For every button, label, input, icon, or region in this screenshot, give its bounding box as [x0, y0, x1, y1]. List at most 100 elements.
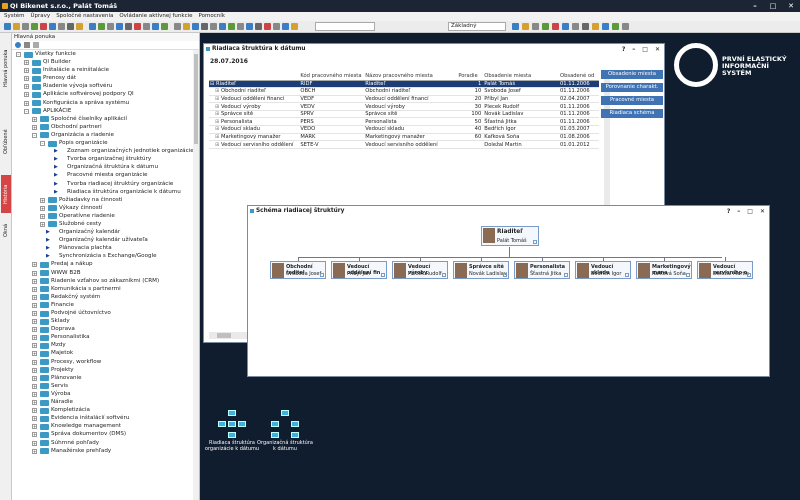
tree-folder[interactable]: + Komunikácia s partnermi — [12, 285, 199, 293]
tree-folder[interactable]: + Inštalácie a reinštalácie — [12, 66, 199, 74]
toolbar-tool-icon[interactable] — [152, 23, 159, 30]
expand-toggle-icon[interactable]: + — [32, 116, 37, 122]
toolbar-tool-icon[interactable] — [31, 23, 38, 30]
toolbar-tool-icon[interactable] — [89, 23, 96, 30]
tree-folder[interactable]: + Aplikácie softvérovej podpory QI — [12, 90, 199, 98]
org-node[interactable]: Vedoucí skladu Bedřich Igor — [575, 261, 631, 279]
expand-toggle-icon[interactable]: + — [40, 221, 45, 227]
tree-folder[interactable]: + Výkazy činností — [12, 204, 199, 212]
menu-item[interactable]: Systém — [4, 12, 25, 21]
toolbar-tool-icon[interactable] — [291, 23, 298, 30]
expand-toggle-icon[interactable]: + — [32, 311, 37, 316]
table-row[interactable]: ⊞ Vedoucí skladu VEDO Vedoucí skladu 40 Bedř… — [209, 125, 599, 134]
toolbar-tool-icon[interactable] — [273, 23, 280, 30]
tab-history[interactable]: História — [1, 175, 11, 213]
tree-folder[interactable]: + Správa dokumentov (DMS) — [12, 430, 199, 438]
tree-folder[interactable]: + Podvojné účtovníctvo — [12, 309, 199, 317]
toolbar-tool-icon[interactable] — [542, 23, 549, 30]
expand-toggle-icon[interactable]: – — [40, 141, 45, 147]
toolbar-tool-icon[interactable] — [612, 23, 619, 30]
tree-folder[interactable]: + Konfigurácia a správa systému — [12, 99, 199, 107]
expand-toggle-icon[interactable]: + — [32, 294, 37, 300]
tree-folder[interactable]: + Servis — [12, 382, 199, 390]
tree-folder[interactable]: + Manažérske prehľady — [12, 447, 199, 455]
toolbar-tool-icon[interactable] — [183, 23, 190, 30]
tree-folder[interactable]: + Výroba — [12, 390, 199, 398]
expand-toggle-icon[interactable]: + — [32, 440, 37, 446]
row-expand-icon[interactable]: ⊞ — [209, 104, 221, 110]
org-node[interactable]: Obchodní ředitel Svoboda Josef — [270, 261, 326, 279]
expand-node-icon[interactable] — [320, 273, 324, 277]
help-button[interactable]: ? — [622, 44, 625, 55]
org-node[interactable]: Vedoucí servisního o Doležal Martin — [697, 261, 753, 279]
table-row[interactable]: ⊞ Personalista PERS Personalista 50 Šťastná … — [209, 117, 599, 127]
expand-toggle-icon[interactable]: + — [32, 319, 37, 325]
toolbar-tool-icon[interactable] — [228, 23, 235, 30]
expand-toggle-icon[interactable]: – — [16, 52, 21, 57]
row-expand-icon[interactable]: ⊞ — [209, 111, 221, 117]
refresh-icon[interactable] — [15, 42, 21, 48]
org-node[interactable]: Správce sítě Novák Ladislav — [453, 261, 509, 279]
tree-function[interactable]: ▶ Pracovné miesta organizácie — [12, 171, 199, 179]
tab-favorites[interactable]: Obľúbené — [1, 127, 11, 157]
tree-folder[interactable]: + Operatívne riadenie — [12, 212, 199, 220]
table-row[interactable]: ⊞ Vedoucí servisního oddělení SETE-V Vedou… — [209, 140, 599, 149]
tree-folder[interactable]: + Mzdy — [12, 341, 199, 349]
minimize-button[interactable]: – — [632, 44, 635, 55]
search-combo[interactable] — [315, 22, 375, 31]
close-button[interactable]: ✕ — [760, 206, 765, 217]
expand-toggle-icon[interactable]: + — [40, 197, 45, 203]
action-button[interactable]: Porovnanie charakt. — [601, 83, 663, 92]
expand-icon[interactable] — [33, 42, 39, 48]
tree-folder[interactable]: + Doprava — [12, 325, 199, 333]
tree-folder[interactable]: + Spoločné číselníky aplikácií — [12, 115, 199, 123]
toolbar-tool-icon[interactable] — [552, 23, 559, 30]
tree-folder[interactable]: + Náradie — [12, 398, 199, 406]
expand-toggle-icon[interactable]: + — [24, 68, 29, 74]
nav-scrollbar[interactable] — [193, 50, 199, 500]
expand-node-icon[interactable] — [533, 240, 537, 244]
toolbar-tool-icon[interactable] — [67, 23, 74, 30]
tree-folder[interactable]: + Súhrnné pohľady — [12, 439, 199, 447]
expand-node-icon[interactable] — [564, 273, 568, 277]
action-button[interactable]: Pracovné miesta — [601, 96, 663, 105]
toolbar-tool-icon[interactable] — [58, 23, 65, 30]
toolbar-tool-icon[interactable] — [255, 23, 262, 30]
close-button[interactable]: ✕ — [782, 0, 800, 12]
toolbar-tool-icon[interactable] — [4, 23, 11, 30]
tree-folder[interactable]: + Personalistika — [12, 333, 199, 341]
tree-folder[interactable]: + Knowledge management — [12, 422, 199, 430]
toolbar-tool-icon[interactable] — [572, 23, 579, 30]
toolbar-tool-icon[interactable] — [201, 23, 208, 30]
expand-node-icon[interactable] — [747, 273, 751, 277]
menu-item[interactable]: Úpravy — [31, 12, 51, 21]
tree-folder[interactable]: + Redakčný systém — [12, 293, 199, 301]
tree-function[interactable]: ▶ Organizačný kalendár užívateľa — [12, 236, 199, 244]
org-node[interactable]: Personalista Šťastná Jitka — [514, 261, 570, 279]
tree-folder[interactable]: + Riadenie vývoja softvéru — [12, 82, 199, 90]
toolbar-tool-icon[interactable] — [562, 23, 569, 30]
expand-node-icon[interactable] — [381, 273, 385, 277]
close-button[interactable]: ✕ — [655, 44, 660, 55]
tree-folder[interactable]: + Sklady — [12, 317, 199, 325]
toolbar-tool-icon[interactable] — [98, 23, 105, 30]
expand-toggle-icon[interactable]: – — [24, 108, 29, 114]
expand-toggle-icon[interactable]: + — [32, 343, 37, 349]
profile-combo[interactable]: Základný — [448, 22, 506, 31]
tree-function[interactable]: ▶ Plánovacia plachta — [12, 244, 199, 252]
expand-node-icon[interactable] — [442, 273, 446, 277]
tree-function[interactable]: ▶ Tvorba riadiacej štruktúry organizácie — [12, 180, 199, 188]
tree-folder[interactable]: + Obchodní partneri — [12, 123, 199, 131]
expand-toggle-icon[interactable]: + — [32, 286, 37, 292]
row-expand-icon[interactable]: ⊞ — [209, 88, 221, 94]
tree-folder[interactable]: + Financie — [12, 301, 199, 309]
tree-folder[interactable]: + Majetok — [12, 349, 199, 357]
expand-toggle-icon[interactable]: + — [32, 408, 37, 414]
hscroll-thumb[interactable] — [217, 333, 231, 338]
toolbar-tool-icon[interactable] — [134, 23, 141, 30]
expand-toggle-icon[interactable]: – — [32, 132, 37, 138]
expand-toggle-icon[interactable]: + — [24, 60, 29, 66]
toolbar-tool-icon[interactable] — [282, 23, 289, 30]
expand-toggle-icon[interactable]: + — [24, 92, 29, 98]
tab-main-menu[interactable]: Hlavná ponuka — [1, 43, 11, 93]
